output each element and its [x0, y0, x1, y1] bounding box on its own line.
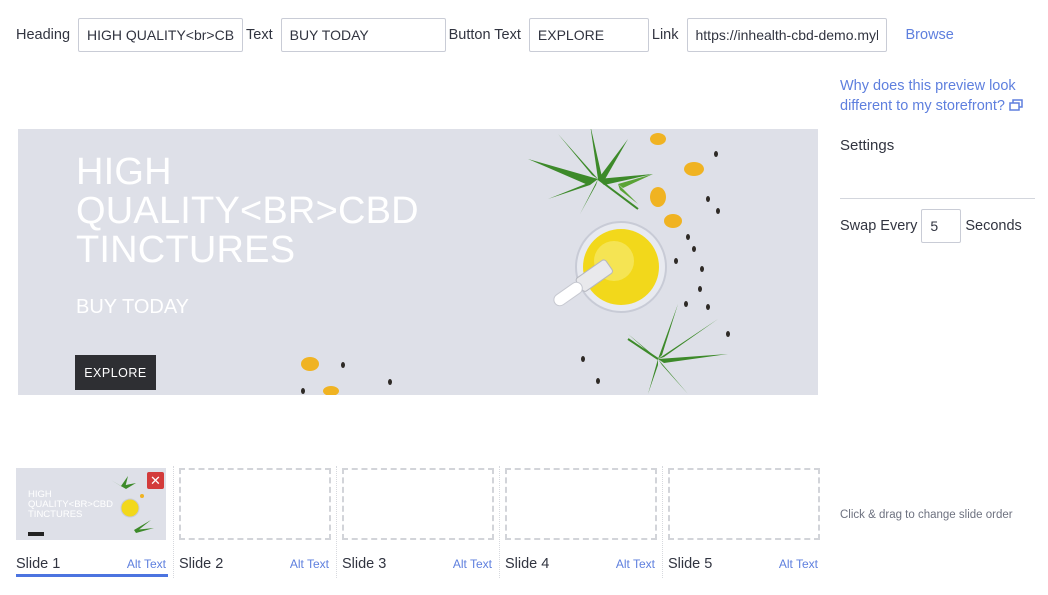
slide-label[interactable]: Slide 5 — [668, 556, 712, 572]
seconds-label: Seconds — [965, 218, 1022, 234]
slide-2[interactable]: Slide 2 Alt Text — [179, 466, 331, 578]
banner-explore-button[interactable]: EXPLORE — [75, 355, 156, 390]
alt-text-link[interactable]: Alt Text — [616, 557, 655, 571]
alt-text-link[interactable]: Alt Text — [127, 557, 166, 571]
external-window-icon — [1009, 99, 1023, 111]
active-slide-indicator — [16, 574, 168, 577]
slide-3[interactable]: Slide 3 Alt Text — [342, 466, 494, 578]
browse-link[interactable]: Browse — [906, 27, 954, 43]
slide-label[interactable]: Slide 1 — [16, 556, 60, 572]
banner-subtext: BUY TODAY — [76, 296, 190, 318]
empty-slide-dropzone[interactable] — [179, 468, 331, 540]
swap-every-label: Swap Every — [840, 218, 918, 234]
slide-1-mini-heading: HIGH QUALITY<BR>CBD TINCTURES — [28, 489, 113, 520]
heading-label: Heading — [16, 27, 71, 43]
slide-divider — [336, 466, 337, 578]
swap-interval-row: Swap Every Seconds — [840, 209, 1022, 243]
slide-editor-form: Heading Text Button Text Link Browse — [16, 18, 954, 52]
slide-divider — [499, 466, 500, 578]
slide-divider — [173, 466, 174, 578]
slide-1-mini-button — [28, 532, 44, 536]
banner-heading: HIGH QUALITY<BR>CBD TINCTURES — [76, 151, 419, 271]
settings-divider — [840, 198, 1035, 199]
swap-seconds-input[interactable] — [921, 209, 962, 243]
button-text-input[interactable] — [528, 18, 649, 52]
slide-5[interactable]: Slide 5 Alt Text — [668, 466, 820, 578]
slide-4[interactable]: Slide 4 Alt Text — [505, 466, 657, 578]
preview-help-link[interactable]: Why does this preview look different to … — [840, 76, 1040, 116]
settings-title: Settings — [840, 137, 895, 154]
link-input[interactable] — [686, 18, 887, 52]
drag-hint-text: Click & drag to change slide order — [840, 509, 1013, 521]
delete-slide-icon[interactable]: ✕ — [147, 472, 164, 489]
heading-input[interactable] — [78, 18, 244, 52]
alt-text-link[interactable]: Alt Text — [290, 557, 329, 571]
empty-slide-dropzone[interactable] — [668, 468, 820, 540]
slide-label[interactable]: Slide 3 — [342, 556, 386, 572]
alt-text-link[interactable]: Alt Text — [779, 557, 818, 571]
slide-thumbnails: HIGH QUALITY<BR>CBD TINCTURES ✕ Slide 1 … — [16, 466, 822, 586]
slide-label[interactable]: Slide 2 — [179, 556, 223, 572]
slide-label[interactable]: Slide 4 — [505, 556, 549, 572]
preview-help-text: Why does this preview look different to … — [840, 78, 1016, 114]
button-text-label: Button Text — [448, 27, 521, 43]
text-input[interactable] — [280, 18, 446, 52]
slide-1[interactable]: HIGH QUALITY<BR>CBD TINCTURES ✕ Slide 1 … — [16, 466, 168, 578]
banner-preview: HIGH QUALITY<BR>CBD TINCTURES BUY TODAY … — [18, 129, 818, 395]
slide-divider — [662, 466, 663, 578]
empty-slide-dropzone[interactable] — [505, 468, 657, 540]
text-label: Text — [246, 27, 273, 43]
link-label: Link — [651, 27, 679, 43]
empty-slide-dropzone[interactable] — [342, 468, 494, 540]
alt-text-link[interactable]: Alt Text — [453, 557, 492, 571]
